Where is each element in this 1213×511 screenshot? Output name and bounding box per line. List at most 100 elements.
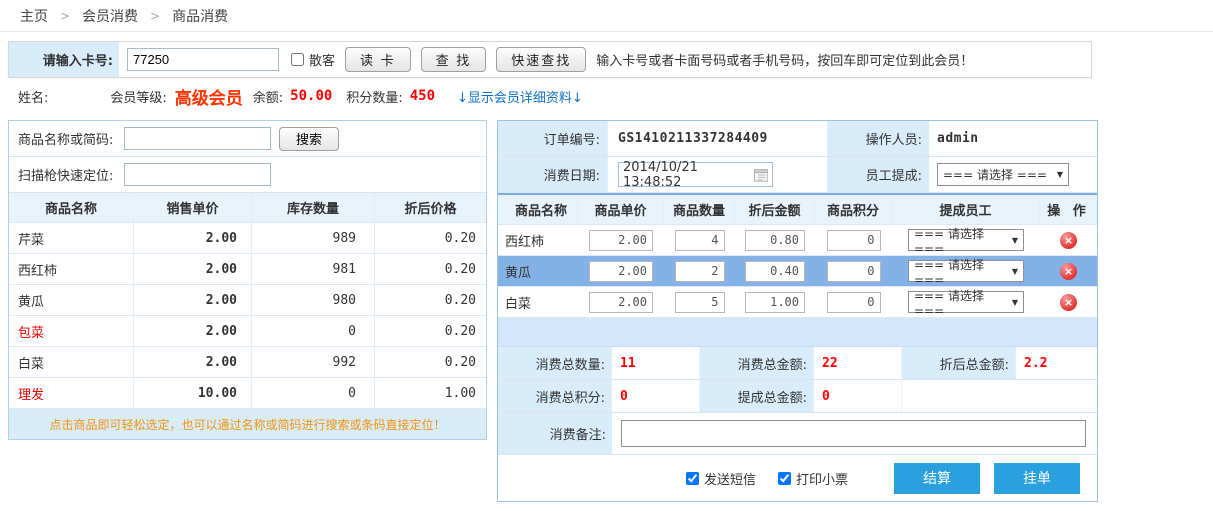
calendar-icon[interactable]: [754, 168, 768, 182]
quick-find-button[interactable]: 快速查找: [496, 47, 586, 72]
staff-commission-label: 员工提成:: [827, 157, 929, 192]
item-discount-amount-input[interactable]: [745, 230, 805, 251]
member-level-value: 高级会员: [175, 84, 243, 109]
card-search-bar: 请输入卡号: 散客 读 卡 查 找 快速查找 输入卡号或者卡面号码或者手机号码，…: [8, 41, 1092, 78]
product-row-xihongshi[interactable]: 西红柿 2.00 981 0.20: [9, 254, 486, 285]
member-points-value: 450: [410, 88, 435, 104]
chevron-down-icon: ▼: [1012, 267, 1018, 276]
product-table-header: 商品名称 销售单价 库存数量 折后价格: [9, 193, 486, 223]
order-info-row-2: 消费日期: 2014/10/21 13:48:52 员工提成:: [498, 157, 1097, 193]
breadcrumb-product-consumption[interactable]: 商品消费: [172, 6, 228, 26]
item-points-input[interactable]: [827, 230, 881, 251]
item-staff-select[interactable]: === 请选择 === ▼: [908, 291, 1024, 313]
total-amount-label: 消费总金额:: [700, 347, 814, 379]
settle-button[interactable]: 结算: [894, 463, 980, 494]
main-content: 商品名称或简码: 搜索 扫描枪快速定位: 商品名称 销售单价 库存数量 折后价格…: [8, 120, 1213, 502]
send-sms-label: 发送短信: [704, 469, 756, 488]
breadcrumb-home[interactable]: 主页: [20, 6, 48, 26]
item-points-input[interactable]: [827, 261, 881, 282]
total-qty-value: 11: [612, 347, 700, 379]
item-staff-select-value: === 请选择 ===: [914, 287, 1012, 318]
sale-price: 2.00: [134, 254, 252, 284]
item-price-input[interactable]: [589, 230, 653, 251]
product-name: 芹菜: [9, 223, 134, 253]
print-ticket-checkbox-wrap[interactable]: 打印小票: [778, 469, 848, 488]
totals-row-1: 消费总数量: 11 消费总金额: 22 折后总金额: 2.2: [498, 347, 1097, 380]
breadcrumb-member-consumption[interactable]: 会员消费: [82, 6, 138, 26]
item-qty-input[interactable]: [675, 292, 725, 313]
item-price-input[interactable]: [589, 292, 653, 313]
sale-price: 2.00: [134, 285, 252, 315]
delete-item-icon[interactable]: ×: [1060, 294, 1077, 311]
product-row-baocai[interactable]: 包菜 2.00 0 0.20: [9, 316, 486, 347]
card-number-input[interactable]: [127, 48, 279, 71]
breadcrumb-separator: >: [150, 9, 160, 23]
product-row-qincai[interactable]: 芹菜 2.00 989 0.20: [9, 223, 486, 254]
order-row-baicai[interactable]: 白菜 === 请选择 === ▼ ×: [498, 287, 1097, 318]
discount-price: 0.20: [375, 223, 486, 253]
remark-input[interactable]: [621, 420, 1086, 447]
product-name: 理发: [9, 378, 134, 408]
item-qty-input[interactable]: [675, 230, 725, 251]
consume-date-input[interactable]: 2014/10/21 13:48:52: [618, 162, 773, 187]
total-discount-label: 折后总金额:: [902, 347, 1016, 379]
discount-price: 0.20: [375, 285, 486, 315]
guest-checkbox[interactable]: [291, 53, 304, 66]
staff-commission-select-value: === 请选择 ===: [943, 166, 1047, 183]
send-sms-checkbox[interactable]: [686, 472, 699, 485]
item-points-input[interactable]: [827, 292, 881, 313]
barcode-scan-input[interactable]: [124, 163, 271, 186]
guest-checkbox-wrap[interactable]: 散客: [291, 50, 335, 69]
item-discount-amount-input[interactable]: [745, 261, 805, 282]
product-name: 黄瓜: [9, 285, 134, 315]
item-staff-select[interactable]: === 请选择 === ▼: [908, 229, 1024, 251]
col-discount-amount: 折后金额: [735, 195, 815, 224]
remark-label: 消费备注:: [498, 413, 612, 454]
read-card-button[interactable]: 读 卡: [345, 47, 411, 72]
find-button[interactable]: 查 找: [421, 47, 487, 72]
order-row-xihongshi[interactable]: 西红柿 === 请选择 === ▼ ×: [498, 225, 1097, 256]
product-row-lifa[interactable]: 理发 10.00 0 1.00: [9, 378, 486, 409]
order-row-huanggua[interactable]: 黄瓜 === 请选择 === ▼ ×: [498, 256, 1097, 287]
product-row-baicai[interactable]: 白菜 2.00 992 0.20: [9, 347, 486, 378]
staff-commission-select[interactable]: === 请选择 === ▼: [937, 163, 1069, 186]
card-search-hint: 输入卡号或者卡面号码或者手机号码，按回车即可定位到此会员！: [596, 50, 973, 69]
barcode-scan-row: 扫描枪快速定位:: [9, 157, 486, 193]
stock-qty: 0: [252, 316, 375, 346]
order-info-row-1: 订单编号: GS1410211337284409 操作人员: admin: [498, 121, 1097, 157]
col-stock-qty: 库存数量: [252, 193, 375, 222]
total-commission-label: 提成总金额:: [700, 380, 814, 412]
product-name: 西红柿: [9, 254, 134, 284]
item-staff-select-value: === 请选择 ===: [914, 256, 1012, 287]
sale-price: 10.00: [134, 378, 252, 408]
product-row-huanggua[interactable]: 黄瓜 2.00 980 0.20: [9, 285, 486, 316]
product-search-input[interactable]: [124, 127, 271, 150]
discount-price: 1.00: [375, 378, 486, 408]
send-sms-checkbox-wrap[interactable]: 发送短信: [686, 469, 756, 488]
delete-item-icon[interactable]: ×: [1060, 263, 1077, 280]
col-operation: 操 作: [1040, 195, 1097, 224]
col-item-qty: 商品数量: [664, 195, 735, 224]
stock-qty: 981: [252, 254, 375, 284]
item-price-input[interactable]: [589, 261, 653, 282]
empty-rows-band: [498, 318, 1097, 347]
hold-order-button[interactable]: 挂单: [994, 463, 1080, 494]
print-ticket-checkbox[interactable]: [778, 472, 791, 485]
stock-qty: 0: [252, 378, 375, 408]
print-ticket-label: 打印小票: [796, 469, 848, 488]
remark-row: 消费备注:: [498, 413, 1097, 455]
delete-item-icon[interactable]: ×: [1060, 232, 1077, 249]
item-qty-input[interactable]: [675, 261, 725, 282]
stock-qty: 980: [252, 285, 375, 315]
item-staff-select[interactable]: === 请选择 === ▼: [908, 260, 1024, 282]
breadcrumb: 主页 > 会员消费 > 商品消费: [0, 0, 1213, 32]
product-search-button[interactable]: 搜索: [279, 127, 339, 151]
col-product-name: 商品名称: [9, 193, 134, 222]
product-search-row: 商品名称或简码: 搜索: [9, 121, 486, 157]
product-name: 白菜: [9, 347, 134, 377]
product-panel-hint: 点击商品即可轻松选定，也可以通过名称或简码进行搜索或条码直接定位！: [9, 409, 486, 439]
discount-price: 0.20: [375, 347, 486, 377]
show-member-detail-link[interactable]: ↓显示会员详细资料↓: [457, 87, 583, 106]
order-items-table: 商品名称 商品单价 商品数量 折后金额 商品积分 提成员工 操 作 西红柿: [498, 193, 1097, 318]
item-discount-amount-input[interactable]: [745, 292, 805, 313]
